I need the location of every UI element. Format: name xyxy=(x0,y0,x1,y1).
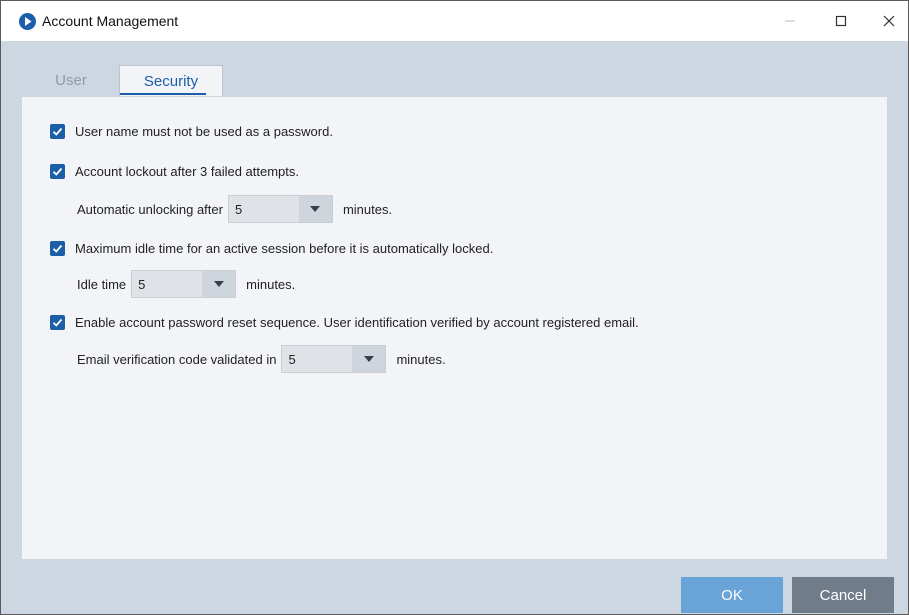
checkbox-no-username-password[interactable] xyxy=(50,123,65,139)
tab-security-label: Security xyxy=(143,72,199,90)
title-bar: Account Management xyxy=(1,1,908,41)
maximize-icon xyxy=(835,15,847,27)
checkmark-icon xyxy=(52,127,63,136)
active-tab-indicator xyxy=(120,93,206,95)
checkbox-password-reset[interactable] xyxy=(50,314,65,330)
tab-bar: User Security xyxy=(1,41,908,97)
chevron-down-icon xyxy=(310,206,321,212)
unlock-minutes-unit: minutes. xyxy=(342,201,393,217)
ok-button[interactable]: OK xyxy=(681,577,783,613)
checkbox-account-lockout[interactable] xyxy=(50,163,65,179)
email-verification-label: Email verification code validated in xyxy=(77,351,277,367)
dialog-footer: OK Cancel xyxy=(1,559,908,614)
tab-security[interactable]: Security xyxy=(119,65,223,96)
security-panel: User name must not be used as a password… xyxy=(22,97,887,559)
unlock-after-label: Automatic unlocking after xyxy=(77,201,223,217)
option-password-reset[interactable]: Enable account password reset sequence. … xyxy=(50,312,639,332)
tab-user[interactable]: User xyxy=(31,65,111,96)
chevron-down-icon xyxy=(213,281,224,287)
cancel-button[interactable]: Cancel xyxy=(792,577,894,613)
email-verification-minutes-value: 5 xyxy=(288,351,296,367)
option-label: Maximum idle time for an active session … xyxy=(75,240,494,256)
option-idle-lock[interactable]: Maximum idle time for an active session … xyxy=(50,238,493,258)
idle-minutes-unit: minutes. xyxy=(246,276,296,292)
minimize-icon xyxy=(785,20,795,22)
unlock-minutes-value: 5 xyxy=(234,201,243,217)
window-title: Account Management xyxy=(42,13,179,29)
option-account-lockout[interactable]: Account lockout after 3 failed attempts. xyxy=(50,161,299,181)
maximize-button[interactable] xyxy=(818,1,864,41)
unlock-minutes-dropdown[interactable]: 5 xyxy=(227,195,333,223)
chevron-down-icon xyxy=(363,356,374,362)
checkmark-icon xyxy=(52,244,63,253)
idle-minutes-value: 5 xyxy=(138,276,146,292)
minimize-button[interactable] xyxy=(767,1,813,41)
idle-minutes-dropdown[interactable]: 5 xyxy=(131,270,237,298)
option-label: User name must not be used as a password… xyxy=(75,123,333,139)
dropdown-arrow[interactable] xyxy=(202,271,236,297)
dropdown-arrow[interactable] xyxy=(352,346,386,372)
email-verification-setting: Email verification code validated in 5 m… xyxy=(77,345,446,373)
idle-time-setting: Idle time 5 minutes. xyxy=(77,270,295,298)
app-logo-icon xyxy=(19,13,36,30)
idle-time-label: Idle time xyxy=(77,276,127,292)
account-management-window: Account Management User Security User na… xyxy=(0,0,909,615)
close-button[interactable] xyxy=(866,1,909,41)
checkmark-icon xyxy=(52,167,63,176)
checkmark-icon xyxy=(52,318,63,327)
unlock-after-setting: Automatic unlocking after 5 minutes. xyxy=(77,195,392,223)
option-no-username-password[interactable]: User name must not be used as a password… xyxy=(50,121,333,141)
checkbox-idle-lock[interactable] xyxy=(50,240,65,256)
option-label: Account lockout after 3 failed attempts. xyxy=(75,163,300,179)
email-verification-minutes-unit: minutes. xyxy=(396,351,446,367)
dropdown-arrow[interactable] xyxy=(298,196,332,222)
email-verification-minutes-dropdown[interactable]: 5 xyxy=(281,345,387,373)
option-label: Enable account password reset sequence. … xyxy=(75,314,639,330)
close-icon xyxy=(883,15,895,27)
